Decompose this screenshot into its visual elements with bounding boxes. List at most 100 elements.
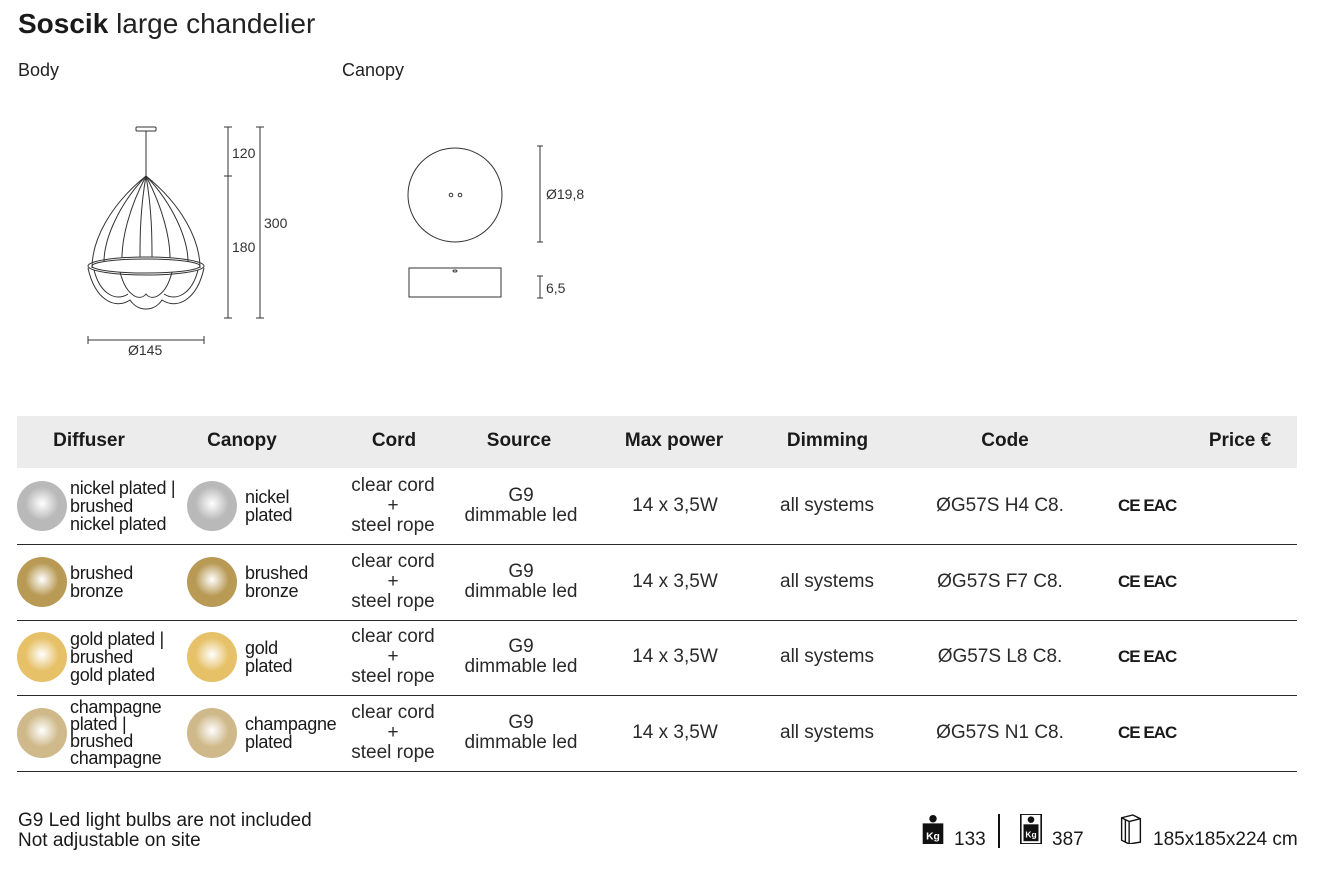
canopy-drawing: Ø19,8 6,5 [407, 145, 584, 299]
weight-divider [998, 814, 1000, 848]
max-power-value: 14 x 3,5W [632, 722, 718, 743]
header-diffuser: Diffuser [53, 430, 125, 451]
canopy-finish-line: plated [245, 732, 293, 752]
source-cell: G9 dimmable led [457, 544, 585, 620]
dimming-value: all systems [780, 646, 874, 667]
net-weight-value: 133 [954, 829, 986, 850]
header-source: Source [486, 430, 552, 451]
package-box-icon [1120, 814, 1142, 844]
cord-cell: clear cord + steel rope [333, 468, 453, 544]
source-text-line: G9 [508, 636, 534, 657]
certification-marks: CE EAC [1118, 723, 1177, 742]
max-power-value: 14 x 3,5W [632, 495, 718, 516]
cord-cell: clear cord + steel rope [333, 619, 453, 695]
canopy-swatch [187, 481, 237, 531]
table-row: nickel plated | brushed nickel plated nicke… [17, 468, 1297, 545]
source-text-line: dimmable led [464, 505, 578, 526]
diffuser-finish: champagne plated | brushed champagne [70, 698, 190, 767]
cord-text-line: clear cord [351, 702, 435, 723]
cord-text-line: steel rope [351, 742, 435, 763]
product-code: ØG57S N1 C8. [936, 722, 1064, 743]
diffuser-finish-line: gold plated [70, 665, 155, 685]
header-code: Code [981, 430, 1029, 451]
canopy-finish-line: brushed [245, 563, 308, 583]
source-text-line: G9 [508, 485, 534, 506]
diffuser-finish-line: brushed [70, 647, 133, 667]
canopy-finish-line: champagne [245, 714, 337, 734]
cord-text-line: + [387, 646, 399, 667]
source-text: G9 dimmable led [457, 486, 585, 526]
source-text-line: dimmable led [464, 581, 578, 602]
cord-text-line: clear cord [351, 551, 435, 572]
canopy-finish-line: plated [245, 656, 293, 676]
canopy-finish-line: plated [245, 505, 293, 525]
diffuser-finish-line: nickel plated | [70, 478, 176, 498]
net-weight-icon: Kg [922, 814, 944, 844]
cord-text-line: steel rope [351, 515, 435, 536]
max-power-value: 14 x 3,5W [632, 646, 718, 667]
product-code: ØG57S H4 C8. [936, 495, 1064, 516]
svg-text:Kg: Kg [926, 831, 940, 842]
gross-weight-value: 387 [1052, 829, 1084, 850]
canopy-finish: champagne plated [245, 715, 345, 751]
cord-text-line: + [387, 571, 399, 592]
cord-text: clear cord + steel rope [333, 552, 453, 612]
cord-cell: clear cord + steel rope [333, 695, 453, 771]
source-text: G9 dimmable led [457, 637, 585, 677]
table-row: champagne plated | brushed champagne champag… [17, 695, 1297, 772]
header-canopy: Canopy [207, 430, 277, 451]
certification-marks: CE EAC [1118, 572, 1177, 591]
cord-text-line: steel rope [351, 666, 435, 687]
dimming-value: all systems [780, 495, 874, 516]
max-power-value: 14 x 3,5W [632, 571, 718, 592]
canopy-swatch [187, 557, 237, 607]
dimming-value: all systems [780, 722, 874, 743]
svg-text:Kg: Kg [1025, 829, 1036, 839]
canopy-finish-line: bronze [245, 581, 299, 601]
certification-marks: CE EAC [1118, 647, 1177, 666]
footer-notes: G9 Led light bulbs are not included Not … [18, 811, 312, 851]
source-text: G9 dimmable led [457, 562, 585, 602]
cord-text: clear cord + steel rope [333, 627, 453, 687]
diffuser-swatch [17, 632, 67, 682]
canopy-height-label: 6,5 [546, 280, 566, 296]
diffuser-swatch [17, 481, 67, 531]
diffuser-swatch [17, 557, 67, 607]
source-text-line: G9 [508, 712, 534, 733]
canopy-finish: nickel plated [245, 488, 345, 524]
source-text-line: dimmable led [464, 656, 578, 677]
canopy-finish: gold plated [245, 639, 345, 675]
cord-text-line: + [387, 722, 399, 743]
cord-text: clear cord + steel rope [333, 476, 453, 536]
diffuser-swatch [17, 708, 67, 758]
cord-text-line: + [387, 495, 399, 516]
cord-text-line: steel rope [351, 591, 435, 612]
canopy-finish: brushed bronze [245, 564, 345, 600]
cord-text-line: clear cord [351, 475, 435, 496]
package-dimensions: 185x185x224 cm [1153, 829, 1298, 850]
source-cell: G9 dimmable led [457, 619, 585, 695]
source-text-line: G9 [508, 561, 534, 582]
canopy-swatch [187, 632, 237, 682]
source-text-line: dimmable led [464, 732, 578, 753]
product-code: ØG57S L8 C8. [937, 646, 1063, 667]
cord-cell: clear cord + steel rope [333, 544, 453, 620]
diffuser-finish-line: gold plated | [70, 629, 164, 649]
diffuser-finish: brushed bronze [70, 564, 190, 600]
gross-weight-icon: Kg [1020, 814, 1042, 844]
header-cord: Cord [371, 430, 417, 451]
note-adjustable: Not adjustable on site [18, 830, 201, 851]
header-max-power: Max power [624, 430, 724, 451]
canopy-finish-line: gold [245, 638, 278, 658]
dimming-value: all systems [780, 571, 874, 592]
source-text: G9 dimmable led [457, 713, 585, 753]
diffuser-finish-line: bronze [70, 581, 124, 601]
diffuser-finish-line: brushed [70, 496, 133, 516]
header-price: Price € [1208, 430, 1272, 451]
diffuser-finish: nickel plated | brushed nickel plated [70, 479, 190, 533]
diffuser-finish-line: brushed [70, 563, 133, 583]
certification-marks: CE EAC [1118, 496, 1177, 515]
note-bulbs: G9 Led light bulbs are not included [18, 810, 312, 831]
table-row: brushed bronze brushed bronze clear cord + ste… [17, 544, 1297, 621]
source-cell: G9 dimmable led [457, 468, 585, 544]
